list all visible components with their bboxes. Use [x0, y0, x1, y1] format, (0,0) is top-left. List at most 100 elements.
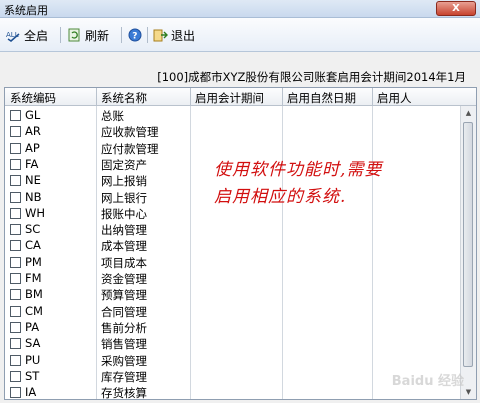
table-row[interactable]: CM 合同管理	[5, 303, 461, 319]
toolbar: ALL 全启 刷新 ? 退出	[0, 18, 480, 52]
column-header-user[interactable]: 启用人	[377, 90, 412, 106]
table-row[interactable]: PM 项目成本	[5, 254, 461, 270]
table-row[interactable]: SC 出纳管理	[5, 221, 461, 237]
system-name: 网上银行	[101, 190, 147, 205]
system-code: AR	[25, 124, 41, 139]
system-name: 销售管理	[101, 337, 147, 352]
enable-checkbox[interactable]	[10, 370, 21, 382]
table-row[interactable]: SA 销售管理	[5, 335, 461, 351]
system-code: GL	[25, 108, 41, 122]
enable-checkbox[interactable]	[10, 126, 21, 138]
system-code: FA	[25, 156, 39, 171]
system-name: 应付款管理	[101, 141, 159, 156]
column-header-code[interactable]: 系统编码	[10, 90, 56, 106]
vertical-scrollbar[interactable]: ▲ ▼	[460, 106, 476, 399]
enable-checkbox[interactable]	[10, 256, 21, 268]
table-row[interactable]: AP 应付款管理	[5, 140, 461, 156]
system-code: PA	[25, 319, 40, 334]
table-row[interactable]: PA 售前分析	[5, 319, 461, 335]
enable-all-label: 全启	[24, 28, 49, 43]
system-code: PU	[25, 352, 41, 367]
enable-checkbox[interactable]	[10, 387, 21, 399]
enable-checkbox[interactable]	[10, 273, 21, 284]
enable-checkbox[interactable]	[10, 142, 21, 154]
enable-all-button[interactable]: ALL 全启	[6, 27, 48, 43]
enable-checkbox[interactable]	[10, 175, 21, 187]
scroll-up-arrow-icon[interactable]: ▲	[461, 106, 476, 120]
system-name: 出纳管理	[101, 223, 147, 238]
enable-checkbox[interactable]	[10, 110, 21, 121]
system-name: 总账	[101, 109, 124, 123]
table-row[interactable]: AR 应收款管理	[5, 123, 461, 139]
help-button[interactable]: ?	[128, 27, 143, 43]
column-divider	[190, 88, 191, 105]
table-row[interactable]: BM 预算管理	[5, 286, 461, 302]
system-code: FM	[25, 271, 42, 285]
accounting-period-info: [100]成都市XYZ股份有限公司账套启用会计期间2014年1月	[157, 70, 466, 84]
scroll-thumb[interactable]	[463, 122, 473, 367]
svg-text:?: ?	[132, 32, 137, 42]
system-code: ST	[25, 368, 40, 383]
table-row[interactable]: FM 资金管理	[5, 270, 461, 286]
enable-checkbox[interactable]	[10, 158, 21, 170]
system-code: WH	[25, 205, 46, 220]
toolbar-separator	[121, 27, 122, 43]
column-divider	[372, 88, 373, 105]
system-name: 项目成本	[101, 255, 147, 270]
enable-checkbox[interactable]	[10, 354, 21, 366]
system-name: 采购管理	[101, 353, 147, 368]
exit-icon	[153, 28, 168, 42]
exit-button[interactable]: 退出	[153, 27, 195, 43]
column-header-name[interactable]: 系统名称	[101, 90, 147, 106]
system-name: 资金管理	[101, 272, 147, 286]
column-header-period[interactable]: 启用会计期间	[195, 90, 264, 106]
enable-checkbox[interactable]	[10, 191, 21, 203]
refresh-icon	[67, 28, 82, 42]
system-code: NB	[25, 189, 42, 204]
column-divider	[282, 88, 283, 105]
system-name: 库存管理	[101, 369, 147, 384]
enable-checkbox[interactable]	[10, 240, 21, 252]
system-name: 成本管理	[101, 239, 147, 254]
close-button[interactable]: X	[436, 1, 476, 16]
annotation-line-1: 使用软件功能时,需要	[214, 160, 383, 180]
system-name: 预算管理	[101, 288, 147, 303]
column-divider	[96, 88, 97, 105]
system-code: SA	[25, 336, 41, 351]
window-title: 系统启用	[4, 4, 48, 17]
enable-checkbox[interactable]	[10, 224, 21, 236]
system-name: 固定资产	[101, 157, 147, 172]
red-annotation: 使用软件功能时,需要 启用相应的系统.	[214, 157, 382, 211]
enable-checkbox[interactable]	[10, 289, 21, 301]
title-bar: 系统启用 X	[0, 0, 480, 18]
enable-checkbox[interactable]	[10, 305, 21, 317]
system-code: SC	[25, 222, 41, 237]
system-table: 系统编码 系统名称 启用会计期间 启用自然日期 启用人 GL 总账 AR 应收款管理 A…	[4, 87, 477, 400]
refresh-label: 刷新	[85, 28, 110, 43]
system-code: PM	[25, 254, 42, 269]
system-code: CM	[25, 303, 43, 318]
enable-checkbox[interactable]	[10, 207, 21, 219]
annotation-line-2: 启用相应的系统.	[214, 187, 347, 207]
system-name: 合同管理	[101, 304, 147, 319]
enable-checkbox[interactable]	[10, 338, 21, 350]
table-row[interactable]: GL 总账	[5, 107, 461, 123]
system-code: BM	[25, 287, 43, 302]
column-header-date[interactable]: 启用自然日期	[287, 90, 356, 106]
table-row[interactable]: PU 采购管理	[5, 352, 461, 368]
system-name: 报账中心	[101, 206, 147, 221]
table-header: 系统编码 系统名称 启用会计期间 启用自然日期 启用人	[5, 88, 476, 106]
exit-label: 退出	[171, 28, 196, 43]
system-name: 售前分析	[101, 320, 147, 335]
help-icon: ?	[128, 28, 143, 42]
refresh-button[interactable]: 刷新	[67, 27, 109, 43]
system-name: 网上报销	[101, 174, 147, 189]
check-all-icon: ALL	[6, 28, 21, 42]
system-code: AP	[25, 140, 40, 155]
watermark: Baidu 经验	[391, 374, 464, 389]
system-code: IA	[25, 385, 37, 400]
enable-checkbox[interactable]	[10, 321, 21, 333]
system-code: CA	[25, 238, 41, 253]
table-row[interactable]: CA 成本管理	[5, 237, 461, 253]
system-code: NE	[25, 173, 41, 188]
